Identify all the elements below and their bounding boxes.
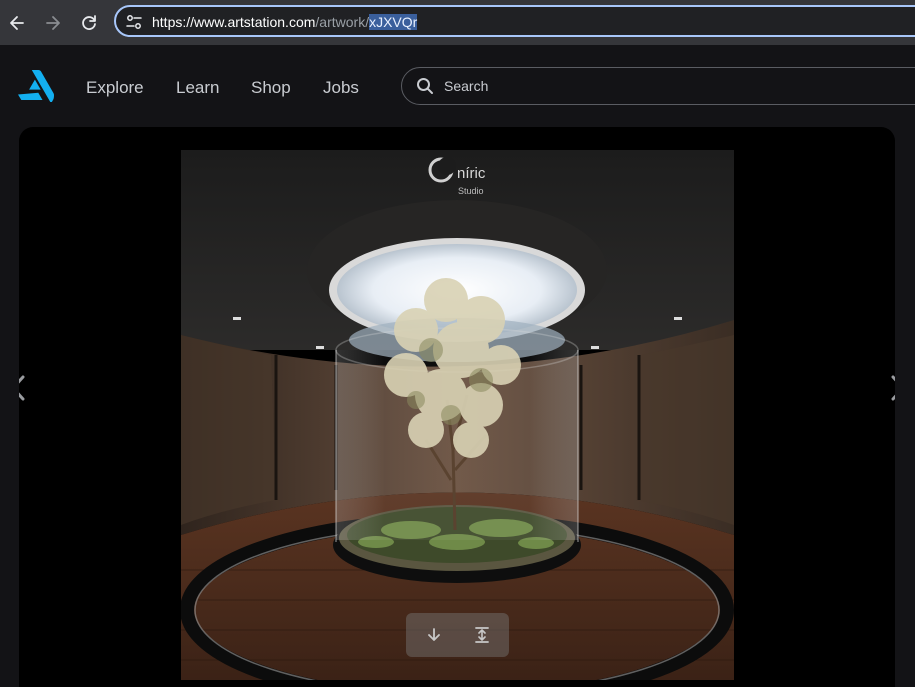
watermark-sub: Studio	[458, 186, 484, 196]
forward-button[interactable]	[42, 12, 64, 34]
next-artwork-icon[interactable]	[885, 373, 895, 403]
reload-icon	[82, 15, 96, 30]
arrow-left-icon	[10, 16, 24, 30]
site-header: Explore Learn Shop Jobs Search	[0, 45, 915, 127]
watermark-brand: níric	[457, 165, 486, 182]
address-bar[interactable]: https://www.artstation.com/artwork/xJXVQ…	[114, 5, 915, 37]
nav-learn[interactable]: Learn	[176, 78, 219, 98]
url-text[interactable]: https://www.artstation.com/artwork/xJXVQ…	[152, 14, 418, 30]
nav-jobs[interactable]: Jobs	[323, 78, 359, 98]
nav-explore[interactable]: Explore	[86, 78, 144, 98]
url-host: https://www.artstation.com	[152, 14, 316, 30]
back-button[interactable]	[6, 12, 28, 34]
url-selection: xJXVQr	[369, 14, 418, 30]
artstation-logo-icon[interactable]	[18, 70, 54, 102]
download-icon[interactable]	[424, 625, 444, 645]
site-settings-icon[interactable]	[125, 13, 143, 31]
url-path: /artwork/	[315, 14, 370, 30]
arrow-right-icon	[46, 16, 60, 30]
artwork-viewer: níric Studio	[19, 127, 895, 687]
previous-artwork-icon[interactable]	[19, 373, 31, 403]
search-icon	[417, 78, 433, 94]
reload-button[interactable]	[78, 12, 100, 34]
fit-height-icon[interactable]	[472, 625, 492, 645]
search-input[interactable]: Search	[401, 67, 915, 105]
nav-shop[interactable]: Shop	[251, 78, 291, 98]
browser-toolbar: https://www.artstation.com/artwork/xJXVQ…	[0, 0, 915, 45]
search-placeholder: Search	[444, 78, 489, 94]
image-toolbar	[406, 613, 509, 657]
artwork-image[interactable]: níric Studio	[181, 150, 734, 680]
